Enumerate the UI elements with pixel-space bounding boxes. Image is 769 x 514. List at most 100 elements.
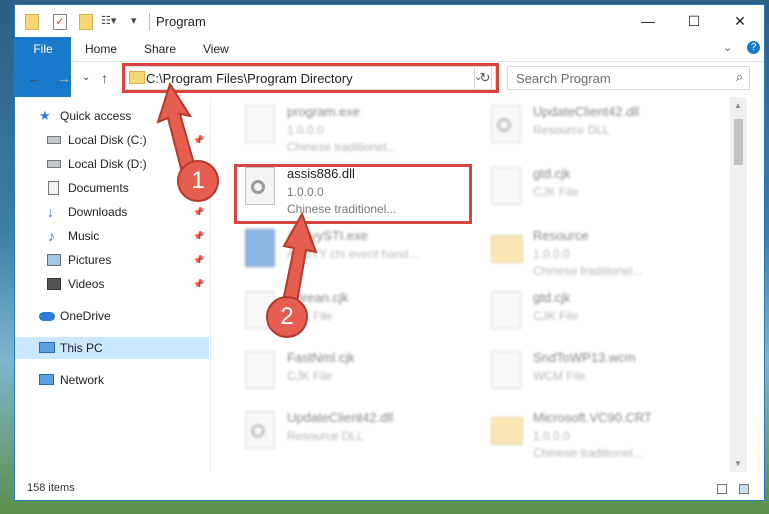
- file-name: UpdateClient42.dll: [287, 410, 394, 425]
- file-type: CJK File: [287, 369, 333, 383]
- properties-icon[interactable]: ✓: [53, 14, 67, 30]
- music-icon: ♪: [48, 228, 55, 244]
- pin-icon: 📌: [193, 279, 205, 289]
- up-button[interactable]: ↑: [101, 70, 108, 86]
- file-description: Chinese traditionel...: [533, 446, 643, 460]
- file-description: Chinese traditionel...: [287, 140, 397, 154]
- address-row: ← → ⌄ ↑ C:\Program Files\Program Directo…: [15, 62, 764, 96]
- sidebar-item-downloads[interactable]: ↓ Downloads 📌: [15, 201, 209, 223]
- pin-icon: 📌: [193, 207, 205, 217]
- customize-qa-icon[interactable]: ☷▾: [101, 14, 116, 30]
- file-icon: [491, 351, 521, 389]
- file-name: Microsoft.VC90.CRT: [533, 410, 652, 425]
- sidebar-item-label: Videos: [68, 277, 105, 291]
- dll-icon: [491, 105, 521, 143]
- dll-icon: [245, 411, 275, 449]
- recent-locations-button[interactable]: ⌄: [82, 72, 90, 83]
- star-icon: ★: [39, 108, 51, 123]
- details-view-icon[interactable]: [717, 484, 727, 494]
- maximize-button[interactable]: ☐: [671, 5, 717, 37]
- file-name: gtd.cjk: [533, 166, 571, 181]
- sidebar-item-onedrive[interactable]: OneDrive: [15, 305, 209, 327]
- file-name: FastNml.cjk: [287, 350, 355, 365]
- item-count: 158 items: [27, 482, 75, 494]
- sidebar-item-label: This PC: [60, 341, 103, 355]
- sidebar-item-label: Documents: [68, 181, 129, 195]
- file-type: CJK File: [533, 309, 579, 323]
- list-item[interactable]: FastNml.cjk CJK File: [237, 347, 467, 407]
- file-icon: [245, 351, 275, 389]
- title-divider: [149, 13, 150, 31]
- pictures-icon: [47, 254, 61, 266]
- sidebar-item-pictures[interactable]: Pictures 📌: [15, 249, 209, 271]
- list-item[interactable]: UpdateClient42.dll Resource DLL: [237, 407, 467, 467]
- new-folder-icon[interactable]: [79, 14, 93, 30]
- sidebar-item-label: Pictures: [68, 253, 112, 267]
- list-item[interactable]: Microsoft.VC90.CRT 1.0.0.0 Chinese tradi…: [483, 407, 713, 467]
- list-item[interactable]: program.exe 1.0.0.0 Chinese traditionel.…: [237, 101, 467, 161]
- sidebar-item-label: Quick access: [60, 109, 132, 123]
- file-name: UpdateClient42.dll: [533, 104, 640, 119]
- qa-dropdown-icon[interactable]: ▾: [131, 14, 141, 30]
- minimize-button[interactable]: —: [625, 5, 671, 37]
- sidebar-item-label: Downloads: [68, 205, 128, 219]
- network-icon: [39, 374, 54, 385]
- list-item[interactable]: Resource 1.0.0.0 Chinese traditionel...: [483, 225, 713, 285]
- search-placeholder: Search Program: [516, 71, 611, 86]
- file-type: Resource DLL: [287, 429, 364, 443]
- tab-view[interactable]: View: [203, 37, 229, 61]
- folder-icon: [491, 417, 523, 445]
- download-icon: ↓: [47, 204, 54, 220]
- ribbon-expand-icon[interactable]: ⌄: [723, 41, 732, 54]
- file-type: WCM File: [533, 369, 586, 383]
- file-version: 1.0.0.0: [533, 429, 570, 443]
- drive-icon: [47, 136, 61, 144]
- tab-home[interactable]: Home: [85, 37, 117, 61]
- sidebar-item-videos[interactable]: Videos 📌: [15, 273, 209, 295]
- search-icon[interactable]: ⌕: [736, 69, 743, 85]
- sidebar-item-music[interactable]: ♪ Music 📌: [15, 225, 209, 247]
- scroll-thumb[interactable]: [734, 119, 743, 165]
- computer-icon: [39, 342, 55, 353]
- file-type: CJK File: [533, 185, 579, 199]
- sidebar-item-label: OneDrive: [60, 309, 111, 323]
- sidebar-item-this-pc[interactable]: This PC: [15, 337, 209, 359]
- close-button[interactable]: ✕: [717, 5, 763, 37]
- help-icon[interactable]: ?: [747, 41, 760, 54]
- sidebar-item-label: Network: [60, 373, 105, 387]
- scroll-down-icon[interactable]: ▼: [734, 459, 742, 468]
- list-item[interactable]: UpdateClient42.dll Resource DLL: [483, 101, 713, 161]
- explorer-window: ✓ ☷▾ ▾ Program — ☐ ✕ File Home Share Vie…: [14, 4, 765, 501]
- forward-button[interactable]: →: [57, 70, 71, 86]
- window-title: Program: [156, 14, 206, 29]
- file-name: SndToWP13.wcm: [533, 350, 636, 365]
- sidebar-item-label: Music: [68, 229, 100, 243]
- sidebar-item-network[interactable]: Network: [15, 369, 209, 391]
- file-version: 1.0.0.0: [533, 247, 570, 261]
- sidebar-item-label: Local Disk (C:): [68, 133, 147, 147]
- marker-1: 1: [177, 160, 219, 202]
- file-name: program.exe: [287, 104, 360, 119]
- file-icon: [491, 167, 521, 205]
- documents-icon: [48, 181, 59, 195]
- tab-share[interactable]: Share: [144, 37, 176, 61]
- back-button[interactable]: ←: [27, 70, 41, 86]
- file-icon: [491, 291, 521, 329]
- ribbon: File Home Share View ⌄ ?: [15, 37, 764, 97]
- cloud-icon: [39, 312, 55, 321]
- search-input[interactable]: Search Program ⌕: [507, 66, 750, 90]
- folder-icon: [491, 235, 523, 263]
- large-icons-view-icon[interactable]: [739, 484, 749, 494]
- folder-icon: [25, 14, 39, 30]
- file-name: Resource: [533, 228, 589, 243]
- title-bar: ✓ ☷▾ ▾ Program — ☐ ✕: [15, 5, 764, 37]
- scroll-up-icon[interactable]: ▲: [734, 101, 742, 110]
- list-item[interactable]: SndToWP13.wcm WCM File: [483, 347, 713, 407]
- vertical-scrollbar[interactable]: ▲ ▼: [730, 97, 747, 472]
- file-type: Resource DLL: [533, 123, 610, 137]
- list-item[interactable]: gtd.cjk CJK File: [483, 287, 713, 347]
- status-bar: 158 items: [15, 473, 764, 502]
- file-description: Chinese traditionel...: [533, 264, 643, 278]
- list-item[interactable]: gtd.cjk CJK File: [483, 163, 713, 223]
- file-version: 1.0.0.0: [287, 123, 324, 137]
